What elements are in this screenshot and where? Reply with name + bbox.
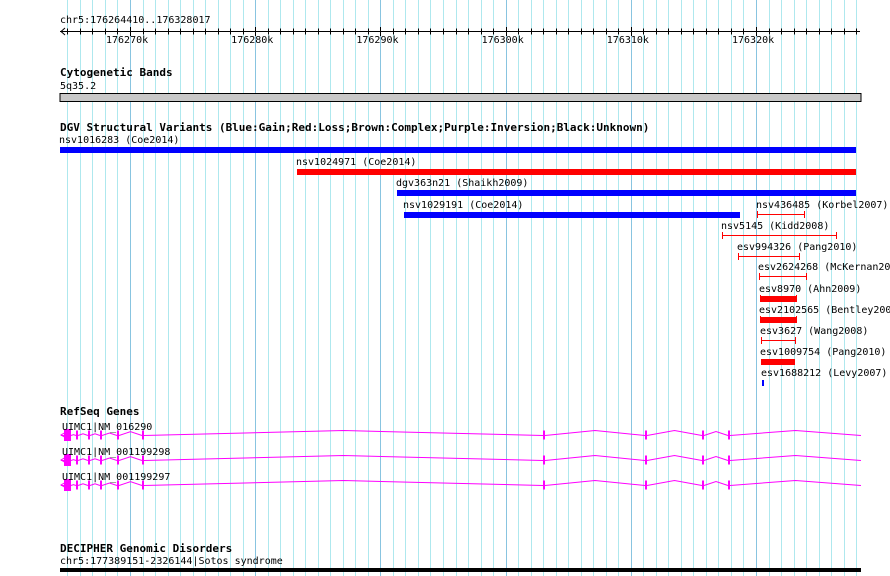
dgv-feature-label[interactable]: nsv1024971 (Coe2014) — [296, 157, 416, 168]
gene-label[interactable]: UIMC1|NM_016290 — [62, 422, 152, 433]
decipher-feature-label[interactable]: chr5:177389151-2326144|Sotos syndrome — [60, 556, 283, 567]
cytoband-track-title: Cytogenetic Bands — [60, 66, 173, 79]
decipher-track-title: DECIPHER Genomic Disorders — [60, 542, 233, 555]
ruler-tick-label: 176290k — [356, 35, 399, 46]
dgv-feature-label[interactable]: esv3627 (Wang2008) — [760, 326, 868, 337]
gene-label[interactable]: UIMC1|NM_001199297 — [62, 472, 170, 483]
genome-browser-panel: chr5:176264410..176328017 176270k 176280k… — [0, 0, 890, 576]
ruler-tick-label: 176320k — [731, 35, 775, 46]
ruler-tick-label: 176300k — [481, 35, 524, 46]
ruler-tick-label: 176310k — [606, 35, 649, 46]
dgv-feature-label[interactable]: nsv1029191 (Coe2014) — [403, 200, 523, 211]
dgv-feature-label[interactable]: nsv1016283 (Coe2014) — [59, 135, 179, 146]
ruler-tick-label: 176270k — [105, 35, 149, 46]
dgv-feature-label[interactable]: nsv436485 (Korbel2007) — [756, 200, 888, 211]
ruler-tick-label: 176280k — [231, 35, 274, 46]
dgv-feature-label[interactable]: esv2102565 (Bentley2008) — [759, 305, 890, 316]
dgv-feature-label[interactable]: dgv363n21 (Shaikh2009) — [396, 178, 528, 189]
gene-label[interactable]: UIMC1|NM_001199298 — [62, 447, 170, 458]
dgv-feature-label[interactable]: esv8970 (Ahn2009) — [759, 284, 861, 295]
cytoband-label[interactable]: 5q35.2 — [60, 81, 96, 92]
dgv-feature-label[interactable]: esv994326 (Pang2010) — [737, 242, 857, 253]
dgv-feature-label[interactable]: esv2624268 (McKernan2009) — [758, 262, 890, 273]
dgv-feature-label[interactable]: nsv5145 (Kidd2008) — [721, 221, 829, 232]
dgv-track-title: DGV Structural Variants (Blue:Gain;Red:L… — [60, 121, 650, 134]
dgv-feature-label[interactable]: esv1009754 (Pang2010) — [760, 347, 886, 358]
refseq-track-title: RefSeq Genes — [60, 405, 140, 418]
ruler-location: chr5:176264410..176328017 — [60, 15, 211, 26]
dgv-feature-label[interactable]: esv1688212 (Levy2007) — [761, 368, 887, 379]
